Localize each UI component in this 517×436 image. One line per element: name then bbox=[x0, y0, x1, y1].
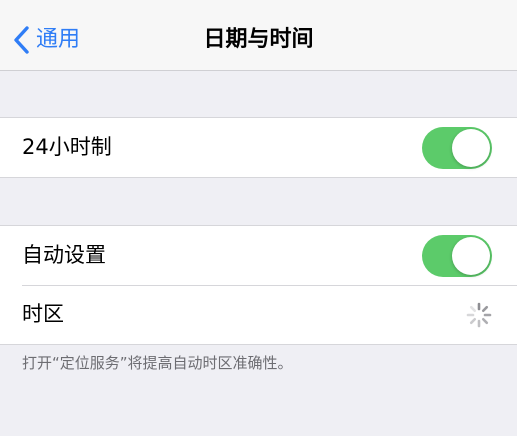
navigation-bar: 通用 日期与时间 bbox=[0, 0, 517, 71]
setting-label-timezone: 时区 bbox=[22, 302, 64, 326]
setting-row-24h: 24小时制 bbox=[0, 118, 517, 177]
page-title: 日期与时间 bbox=[203, 27, 314, 52]
toggle-knob bbox=[452, 237, 490, 275]
setting-label-24h: 24小时制 bbox=[22, 135, 112, 159]
date-time-settings-screen: 通用 日期与时间 24小时制 自动设置 时区 打开“定位服务”将提高自动时区准确… bbox=[0, 0, 517, 436]
setting-row-auto-set: 自动设置 bbox=[0, 226, 517, 285]
setting-label-auto-set: 自动设置 bbox=[22, 243, 106, 267]
toggle-auto-set[interactable] bbox=[422, 235, 492, 277]
settings-group-clock: 24小时制 bbox=[0, 117, 517, 178]
location-services-note: 打开“定位服务”将提高自动时区准确性。 bbox=[22, 354, 293, 372]
toggle-knob bbox=[452, 129, 490, 167]
setting-row-timezone[interactable]: 时区 bbox=[0, 285, 517, 344]
settings-group-auto: 自动设置 时区 bbox=[0, 225, 517, 345]
spinner-icon bbox=[466, 302, 492, 328]
toggle-24h[interactable] bbox=[422, 127, 492, 169]
